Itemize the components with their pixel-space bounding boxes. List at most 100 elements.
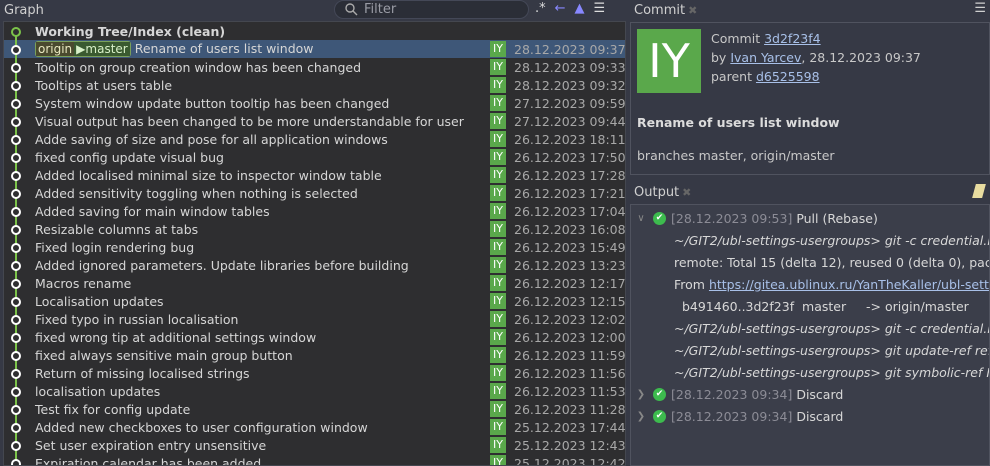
graph-node-icon — [11, 261, 21, 271]
commit-row[interactable]: Macros rename IY 26.12.2023 12:17 — [4, 274, 625, 292]
output-entry[interactable]: ❯ ✔ [28.12.2023 09:34] Discard — [631, 383, 989, 405]
chevron-down-icon[interactable]: ∨ — [635, 213, 647, 224]
graph-node-icon — [11, 243, 21, 253]
author-avatar: IY — [490, 401, 506, 417]
graph-node-icon — [11, 153, 21, 163]
commit-row[interactable]: Tooltip on group creation window has bee… — [4, 58, 625, 76]
commit-row[interactable]: Return of missing localised strings IY 2… — [4, 364, 625, 382]
commit-list[interactable]: Working Tree/Index (clean) origin ▶master… — [3, 21, 626, 466]
commit-row[interactable]: Localisation updates IY 26.12.2023 12:15 — [4, 292, 625, 310]
commit-message: Localisation updates — [35, 293, 164, 309]
author-avatar: IY — [637, 29, 701, 93]
commit-row[interactable]: Test fix for config update IY 26.12.2023… — [4, 400, 625, 418]
commit-message: Test fix for config update — [35, 401, 191, 417]
graph-node-icon — [11, 225, 21, 235]
commit-message: fixed wrong tip at additional settings w… — [35, 329, 317, 345]
menu-icon[interactable]: ☰ — [594, 1, 606, 16]
commit-row[interactable]: Visual output has been changed to be mor… — [4, 112, 625, 130]
menu-icon[interactable]: ☰ — [974, 1, 986, 16]
output-command: ~/GIT2/ubl-settings-usergroups> git -c c… — [674, 232, 989, 248]
chevron-right-icon[interactable]: ❯ — [635, 389, 647, 400]
commit-row[interactable]: System window update button tooltip has … — [4, 94, 625, 112]
author-avatar: IY — [490, 131, 506, 147]
commit-message: Macros rename — [35, 275, 132, 291]
chevron-right-icon[interactable]: ❯ — [635, 411, 647, 422]
commit-hash-link[interactable]: 3d2f23f4 — [764, 31, 821, 46]
output-line: From https://gitea.ublinux.ru/YanTheKall… — [631, 273, 989, 295]
commit-row[interactable]: Set user expiration entry unsensitive IY… — [4, 436, 625, 454]
eraser-icon[interactable] — [972, 184, 986, 198]
success-check-icon: ✔ — [653, 409, 666, 423]
commit-row[interactable]: Added new checkboxes to user configurati… — [4, 418, 625, 436]
commit-message: Added ignored parameters. Update librari… — [35, 257, 409, 273]
commit-row[interactable]: localisation updates IY 26.12.2023 11:53 — [4, 382, 625, 400]
graph-node-icon — [11, 441, 21, 451]
output-command: ~/GIT2/ubl-settings-usergroups> git upda… — [674, 342, 989, 358]
commit-row[interactable]: Fixed login rendering bug IY 26.12.2023 … — [4, 238, 625, 256]
parent-hash-link[interactable]: d6525598 — [756, 69, 820, 84]
commit-date: 26.12.2023 17:21 — [514, 185, 626, 201]
author-avatar: IY — [490, 257, 506, 273]
remote-url-link[interactable]: https://gitea.ublinux.ru/YanTheKaller/ub… — [709, 277, 989, 292]
commit-message: Rename of users list window — [134, 41, 314, 56]
commit-message: Tooltip on group creation window has bee… — [35, 59, 362, 75]
working-tree-row[interactable]: Working Tree/Index (clean) — [4, 22, 625, 40]
commit-date: 25.12.2023 12:42 — [514, 455, 626, 466]
output-line: remote: Total 15 (delta 12), reused 0 (d… — [674, 254, 989, 270]
commit-date: 26.12.2023 12:15 — [514, 293, 626, 309]
output-log[interactable]: ∨ ✔ [28.12.2023 09:53] Pull (Rebase) ~/GIT2… — [630, 204, 990, 466]
commit-row[interactable]: Expiration calendar has been added IY 25… — [4, 454, 626, 466]
commit-date: , 28.12.2023 09:37 — [801, 50, 921, 65]
commit-row[interactable]: fixed always sensitive main group button… — [4, 346, 625, 364]
commit-message: Resizable columns at tabs — [35, 221, 199, 237]
commit-row[interactable]: Resizable columns at tabs IY 26.12.2023 … — [4, 220, 625, 238]
commit-date: 26.12.2023 11:56 — [514, 365, 626, 381]
commit-row[interactable]: Fixed typo in russian localisation IY 26… — [4, 310, 625, 328]
commit-label: Commit — [711, 31, 761, 46]
commit-message: Fixed login rendering bug — [35, 239, 195, 255]
commit-row[interactable]: origin ▶master Rename of users list window… — [4, 40, 625, 58]
back-arrow-icon[interactable]: ← — [555, 1, 566, 16]
success-check-icon: ✔ — [653, 387, 666, 401]
commit-row[interactable]: fixed wrong tip at additional settings w… — [4, 328, 625, 346]
author-avatar: IY — [490, 383, 506, 399]
entry-timestamp: [28.12.2023 09:53] — [671, 210, 793, 226]
graph-node-icon — [11, 171, 21, 181]
home-icon[interactable]: ▲ — [575, 1, 585, 16]
commit-message: Visual output has been changed to be mor… — [35, 113, 464, 129]
regex-icon[interactable]: .* — [535, 1, 546, 16]
commit-row[interactable]: Adde saving of size and pose for all app… — [4, 130, 625, 148]
commit-date: 25.12.2023 17:44 — [514, 419, 626, 435]
commit-message: fixed always sensitive main group button — [35, 347, 293, 363]
commit-date: 26.12.2023 12:17 — [514, 275, 626, 291]
commit-date: 26.12.2023 11:28 — [514, 401, 626, 417]
output-entry[interactable]: ❯ ✔ [28.12.2023 09:34] Discard — [631, 405, 989, 427]
close-icon[interactable]: ✖ — [682, 186, 691, 199]
close-icon[interactable]: ✖ — [688, 4, 697, 17]
commit-date: 26.12.2023 15:49 — [514, 239, 626, 255]
author-avatar: IY — [490, 185, 506, 201]
commit-row[interactable]: fixed config update visual bug IY 26.12.… — [4, 148, 625, 166]
graph-node-icon — [11, 279, 21, 289]
filter-input[interactable]: Filter — [334, 0, 529, 19]
output-panel-title: Output — [634, 184, 680, 200]
author-avatar: IY — [490, 167, 506, 183]
author-link[interactable]: Ivan Yarcev — [730, 50, 801, 65]
commit-date: 26.12.2023 17:28 — [514, 167, 626, 183]
commit-date: 26.12.2023 17:04 — [514, 203, 626, 219]
author-avatar: IY — [490, 239, 506, 255]
commit-row[interactable]: Added saving for main window tables IY 2… — [4, 202, 625, 220]
entry-action: Discard — [796, 386, 844, 402]
commit-row[interactable]: Tooltips at users table IY 28.12.2023 09… — [4, 76, 625, 94]
output-command: ~/GIT2/ubl-settings-usergroups> git -c c… — [674, 320, 989, 336]
entry-timestamp: [28.12.2023 09:34] — [671, 386, 793, 402]
output-entry[interactable]: ∨ ✔ [28.12.2023 09:53] Pull (Rebase) — [631, 207, 989, 229]
graph-node-icon — [11, 423, 21, 433]
commit-row[interactable]: Added localised minimal size to inspecto… — [4, 166, 625, 184]
author-avatar: IY — [490, 329, 506, 345]
commit-row[interactable]: Added ignored parameters. Update librari… — [4, 256, 625, 274]
commit-date: 28.12.2023 09:32 — [514, 77, 626, 93]
author-avatar: IY — [490, 347, 506, 363]
commit-row[interactable]: Added sensitivity toggling when nothing … — [4, 184, 625, 202]
branch-tag[interactable]: origin ▶master — [35, 41, 131, 57]
